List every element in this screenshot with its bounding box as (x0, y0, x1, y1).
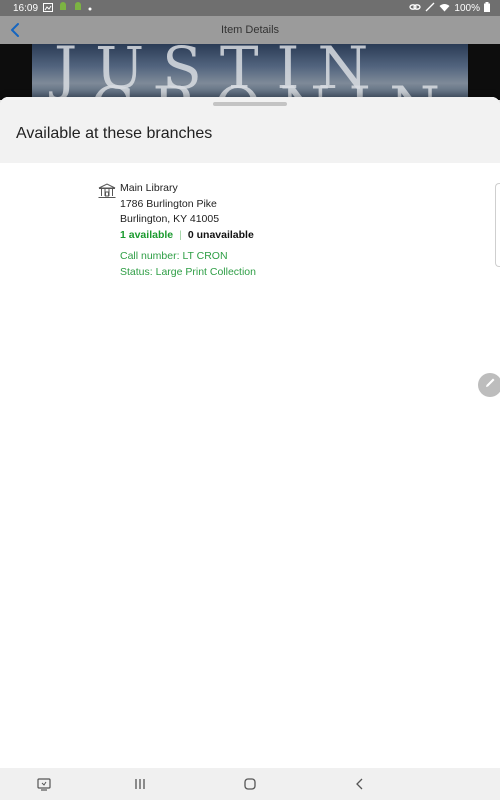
wifi-icon (439, 3, 450, 14)
back-icon[interactable] (351, 775, 369, 793)
available-count: 1 available (120, 228, 174, 241)
branch-name: Main Library (120, 182, 178, 194)
status-time: 16:09 (13, 2, 39, 14)
availability-row: 1 available | 0 unavailable (120, 228, 380, 244)
android-icon (73, 2, 83, 14)
branch-address-line2: Burlington, KY 41005 (120, 213, 220, 225)
screenshot-icon (43, 2, 54, 14)
edit-button[interactable] (478, 373, 500, 397)
link-icon (409, 3, 422, 13)
system-nav-bar (0, 768, 500, 800)
availability-separator: | (179, 228, 182, 241)
app-bar: Item Details (0, 16, 500, 44)
dot-icon (88, 4, 92, 13)
battery-percent: 100% (454, 2, 480, 14)
bank-icon (98, 183, 116, 199)
battery-icon (484, 2, 490, 14)
branches-sheet: Available at these branches Main Library… (0, 97, 500, 768)
status-bar: 16:09 100% (0, 0, 500, 16)
recent-screenshot-icon[interactable] (35, 775, 53, 793)
item-status: Status: Large Print Collection (120, 265, 256, 278)
sheet-header: Available at these branches (0, 97, 500, 163)
android-icon (58, 2, 68, 14)
sheet-title: Available at these branches (16, 125, 213, 142)
signal-off-icon (425, 2, 435, 14)
recents-icon[interactable] (131, 775, 149, 793)
side-panel-tab[interactable] (495, 183, 500, 267)
unavailable-count: 0 unavailable (187, 228, 254, 241)
pencil-icon (483, 376, 497, 395)
book-cover: JUSTIN CRONIN (32, 44, 468, 100)
page-title: Item Details (220, 24, 280, 36)
branch-address-line1: 1786 Burlington Pike (120, 197, 217, 210)
home-icon[interactable] (241, 775, 259, 793)
call-number: Call number: LT CRON (120, 250, 228, 262)
cover-image-area: JUSTIN CRONIN (0, 44, 500, 100)
drag-handle[interactable] (213, 102, 287, 106)
